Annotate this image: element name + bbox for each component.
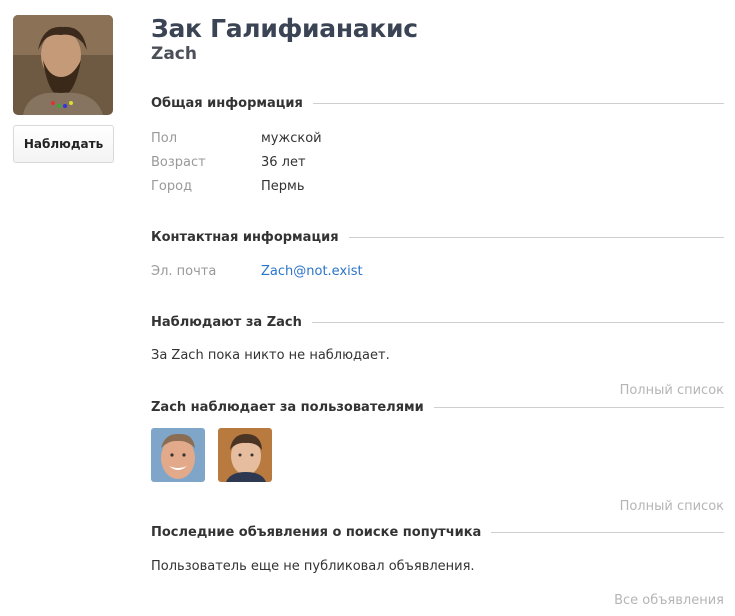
ads-section-title: Последние объявления о поиске попутчика <box>151 524 482 540</box>
divider <box>348 236 724 238</box>
ads-section-header: Последние объявления о поиске попутчика <box>151 524 724 540</box>
profile-name: Зак Галифианакис <box>151 14 418 43</box>
field-value: 36 лет <box>261 154 306 170</box>
general-section-header: Общая информация <box>151 95 724 111</box>
contact-section-header: Контактная информация <box>151 229 724 245</box>
field-email: Эл. почта Zach@not.exist <box>151 262 363 280</box>
profile-avatar <box>13 15 113 115</box>
followers-full-list-link[interactable]: Полный список <box>620 383 724 398</box>
divider <box>433 406 724 408</box>
watch-button[interactable]: Наблюдать <box>13 125 114 163</box>
following-full-list-link[interactable]: Полный список <box>620 499 724 514</box>
divider <box>491 531 724 533</box>
field-label: Пол <box>151 130 178 146</box>
profile-main: Зак Галифианакис Zach Общая информация П… <box>151 0 724 616</box>
profile-nickname: Zach <box>151 44 197 64</box>
followers-section-header: Наблюдают за Zach <box>151 314 724 330</box>
followers-section-title: Наблюдают за Zach <box>151 314 302 330</box>
general-section-title: Общая информация <box>151 95 303 111</box>
following-section-header: Zach наблюдает за пользователями <box>151 399 724 415</box>
field-value: мужской <box>261 130 322 146</box>
field-label: Эл. почта <box>151 263 217 279</box>
field-label: Возраст <box>151 154 206 170</box>
followers-empty-text: За Zach пока никто не наблюдает. <box>151 348 390 363</box>
field-value: Пермь <box>261 178 305 194</box>
divider <box>312 102 724 104</box>
ads-empty-text: Пользователь еще не публиковал объявлени… <box>151 559 475 574</box>
field-label: Город <box>151 178 193 194</box>
all-ads-link[interactable]: Все объявления <box>614 593 724 608</box>
profile-sidebar: Наблюдать <box>13 15 114 163</box>
field-age: Возраст 36 лет <box>151 153 306 171</box>
divider <box>311 321 724 323</box>
field-gender: Пол мужской <box>151 129 322 147</box>
following-user-avatar[interactable] <box>151 428 205 482</box>
following-section-title: Zach наблюдает за пользователями <box>151 399 424 415</box>
contact-section-title: Контактная информация <box>151 229 339 245</box>
email-link[interactable]: Zach@not.exist <box>261 264 363 279</box>
following-user-avatar[interactable] <box>218 428 272 482</box>
field-city: Город Пермь <box>151 177 305 195</box>
